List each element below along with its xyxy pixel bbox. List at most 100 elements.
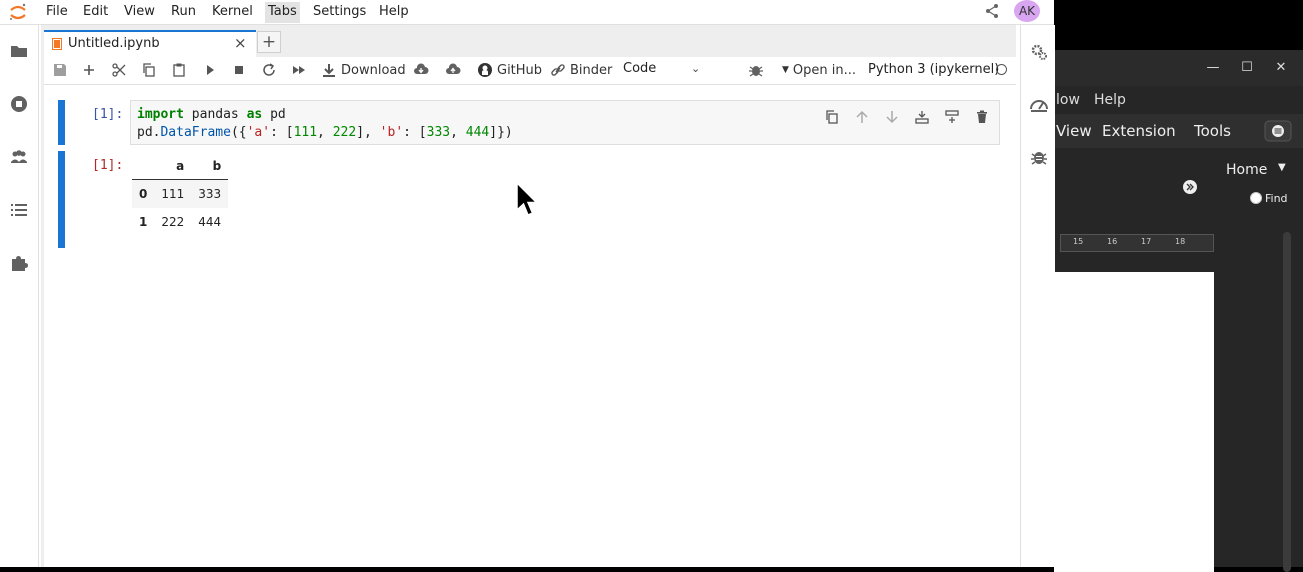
- menu-settings[interactable]: Settings: [313, 4, 366, 19]
- left-sidebar: [0, 25, 39, 567]
- cloud-upload-icon: [446, 63, 461, 74]
- bg-ruler[interactable]: 15 16 17 18: [1060, 234, 1214, 252]
- insert-below-icon[interactable]: [944, 109, 960, 125]
- insert-cell-button[interactable]: [81, 61, 97, 79]
- dataframe-output: a b 0 111 333 1 222 444: [132, 152, 229, 236]
- bg-tab-tools[interactable]: Tools: [1194, 122, 1231, 140]
- notebook-file-icon: [52, 38, 62, 50]
- notebook-panel[interactable]: Download GitHub Binder Code ⌄ ▼ Open in.…: [44, 57, 1016, 567]
- move-up-arrow-icon[interactable]: [854, 109, 870, 125]
- right-sidebar: [1020, 25, 1055, 567]
- github-button[interactable]: GitHub: [477, 61, 542, 79]
- refresh-icon: [263, 63, 275, 76]
- table-cell: 444: [198, 215, 222, 229]
- paste-icon: [173, 63, 185, 77]
- cell-collapser[interactable]: [58, 100, 65, 145]
- restart-run-all-button[interactable]: [291, 61, 307, 79]
- kernel-name-button[interactable]: Python 3 (ipykernel): [868, 62, 999, 77]
- ruler-tick: 16: [1107, 237, 1118, 246]
- cloud-upload-button[interactable]: [445, 61, 461, 79]
- open-in-dropdown[interactable]: ▼ Open in...: [782, 61, 856, 79]
- run-cell-button[interactable]: [202, 61, 218, 79]
- chevron-down-icon[interactable]: ▼: [1278, 162, 1286, 173]
- move-down-arrow-icon[interactable]: [884, 109, 900, 125]
- keyword-import: import: [137, 107, 184, 122]
- cut-button[interactable]: [111, 61, 127, 79]
- find-radio-icon[interactable]: [1250, 192, 1262, 204]
- document-tabbar: Untitled.ipynb × +: [41, 25, 1016, 57]
- output-collapser[interactable]: [58, 151, 65, 248]
- menu-view[interactable]: View: [124, 4, 155, 19]
- delete-cell-trash-icon[interactable]: [974, 109, 990, 125]
- insert-above-icon[interactable]: [914, 109, 930, 125]
- tab-label: Untitled.ipynb: [68, 36, 160, 51]
- binder-button[interactable]: Binder: [550, 61, 612, 79]
- running-terminals-icon[interactable]: [9, 94, 29, 114]
- module-alias: pd: [262, 107, 286, 122]
- restart-kernel-button[interactable]: [261, 61, 277, 79]
- code-cell-editor[interactable]: import pandas as pd pd.DataFrame({'a': […: [130, 100, 1000, 145]
- close-tab-icon[interactable]: ×: [234, 34, 247, 52]
- extensions-puzzle-icon[interactable]: [9, 253, 29, 273]
- menu-kernel[interactable]: Kernel: [212, 4, 253, 19]
- cloud-download-icon: [414, 63, 429, 74]
- share-icon[interactable]: [984, 3, 1000, 19]
- copy-button[interactable]: [141, 61, 157, 79]
- user-avatar[interactable]: AK: [1014, 0, 1040, 22]
- bg-tab-view[interactable]: View: [1056, 122, 1092, 140]
- bg-sidebar-icon[interactable]: [1264, 120, 1292, 142]
- table-row: 1 222 444: [132, 208, 228, 236]
- bg-ribbon-tabs: View Extension Tools: [1054, 114, 1303, 148]
- folder-icon[interactable]: [9, 41, 29, 61]
- output-prompt: [1]:: [92, 158, 124, 173]
- main-area: Untitled.ipynb × + Download GitHub Binde…: [41, 25, 1016, 567]
- download-button[interactable]: Download: [321, 61, 406, 79]
- paste-button[interactable]: [171, 61, 187, 79]
- resource-usage-gauge-icon[interactable]: [1029, 95, 1049, 115]
- close-window-icon[interactable]: ✕: [1272, 59, 1290, 77]
- fast-forward-icon: [293, 66, 305, 74]
- table-cell: 222: [161, 215, 185, 229]
- table-of-contents-icon[interactable]: [9, 200, 29, 220]
- expand-icon[interactable]: [1182, 179, 1198, 195]
- open-in-label: Open in...: [792, 62, 857, 78]
- tab-untitled-notebook[interactable]: Untitled.ipynb ×: [44, 30, 256, 57]
- binder-label: Binder: [570, 62, 613, 78]
- menu-run[interactable]: Run: [171, 4, 196, 19]
- stop-icon: [235, 66, 243, 74]
- input-prompt: [1]:: [92, 107, 124, 122]
- menu-help[interactable]: Help: [379, 4, 409, 19]
- bg-find-label[interactable]: Find: [1265, 192, 1288, 205]
- bg-scrollbar[interactable]: [1283, 232, 1291, 572]
- bg-menu-help[interactable]: Help: [1094, 92, 1126, 108]
- bg-home-dropdown[interactable]: Home: [1226, 162, 1267, 178]
- row-index: 1: [139, 215, 148, 229]
- bg-toolbar: Home ▼ Find: [1054, 148, 1303, 224]
- bg-document-page[interactable]: [1054, 272, 1214, 572]
- row-index: 0: [139, 187, 148, 201]
- duplicate-cell-icon[interactable]: [824, 109, 840, 125]
- menu-edit[interactable]: Edit: [83, 4, 108, 19]
- debugger-button[interactable]: [748, 61, 764, 79]
- minimize-icon[interactable]: —: [1204, 59, 1222, 77]
- debugger-bug-icon[interactable]: [1029, 147, 1049, 167]
- cut-icon: [112, 63, 126, 77]
- new-launcher-button[interactable]: +: [257, 31, 281, 53]
- save-button[interactable]: [52, 61, 68, 79]
- maximize-icon[interactable]: ☐: [1238, 59, 1256, 77]
- chevron-down-icon[interactable]: ⌄: [691, 62, 700, 75]
- bg-menubar: low Help: [1054, 88, 1303, 112]
- bg-menu-window[interactable]: low: [1056, 92, 1080, 108]
- notebook-toolbar: Download GitHub Binder Code ⌄ ▼ Open in.…: [44, 57, 1016, 85]
- interrupt-kernel-button[interactable]: [231, 61, 247, 79]
- index-header: [132, 152, 155, 180]
- property-inspector-gears-icon[interactable]: [1029, 42, 1049, 62]
- ruler-tick: 15: [1073, 237, 1084, 246]
- bug-icon: [749, 66, 763, 77]
- bg-tab-extension[interactable]: Extension: [1102, 122, 1176, 140]
- menu-tabs[interactable]: Tabs: [265, 2, 300, 23]
- menu-file[interactable]: File: [46, 4, 68, 19]
- background-app-window[interactable]: — ☐ ✕ low Help View Extension Tools Home…: [1054, 50, 1303, 572]
- collaborators-icon[interactable]: [9, 147, 29, 167]
- cloud-download-button[interactable]: [413, 61, 429, 79]
